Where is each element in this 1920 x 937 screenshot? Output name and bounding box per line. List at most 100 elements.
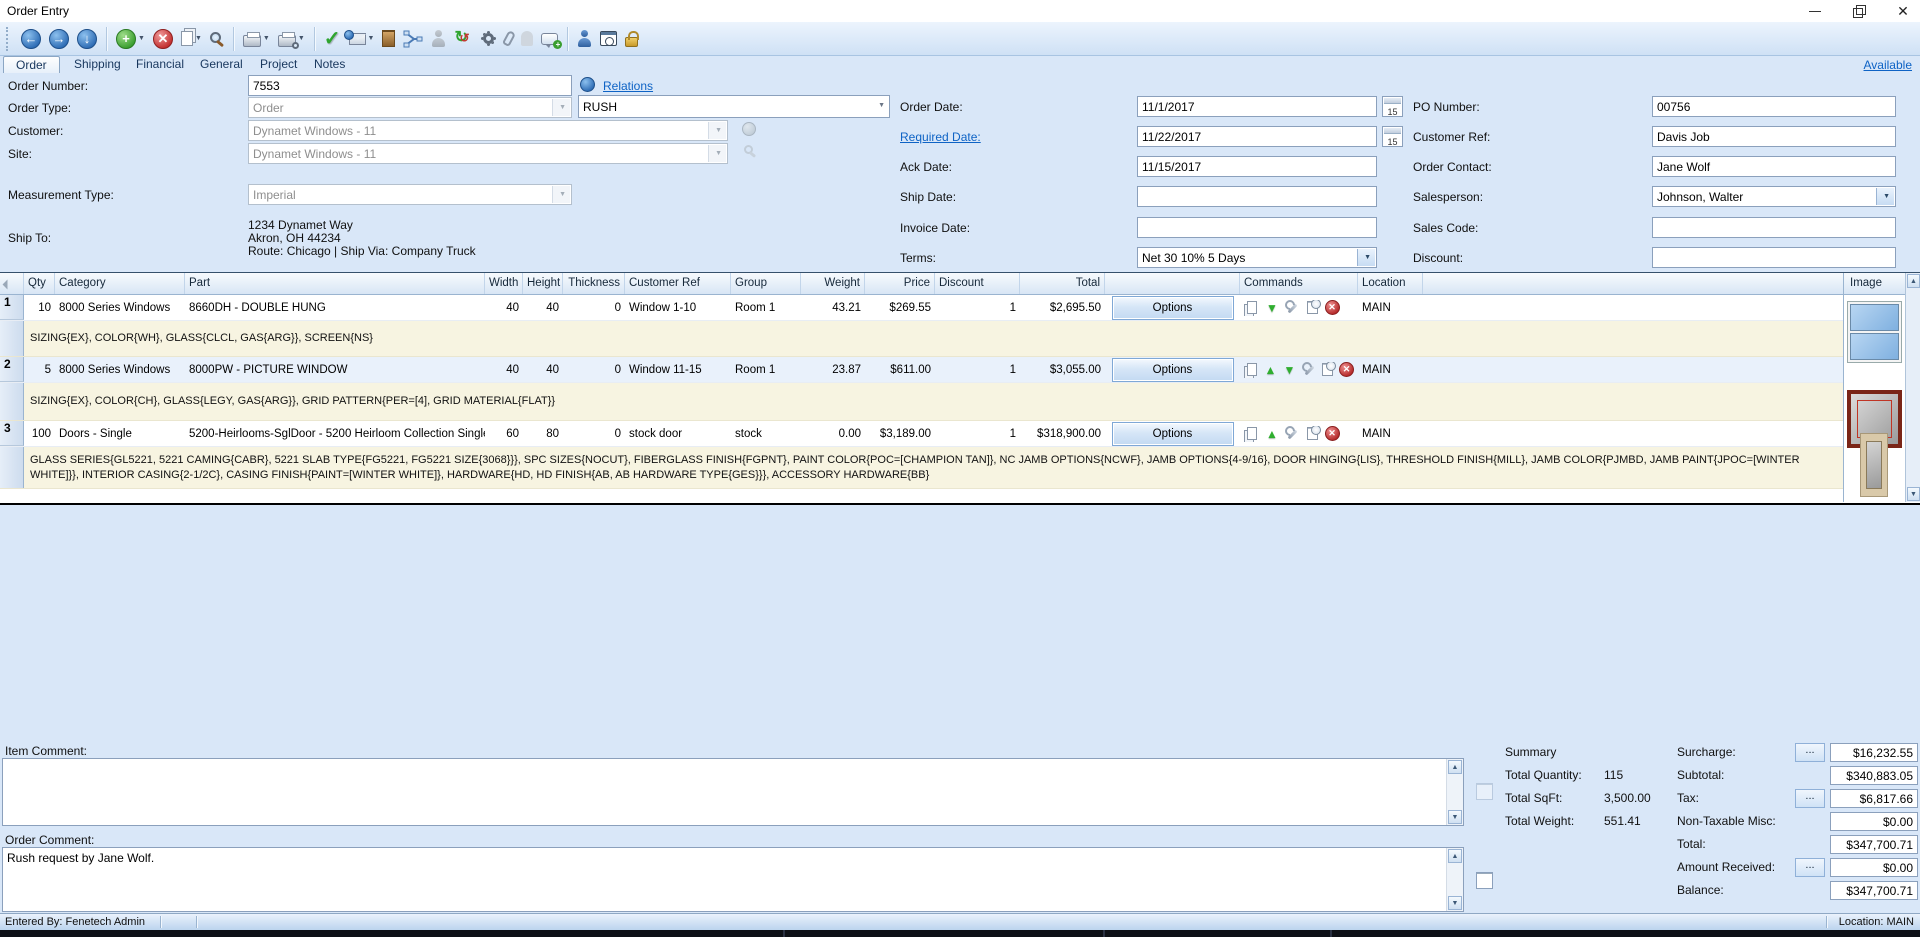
delete-row-button[interactable]: ✕	[1324, 426, 1340, 442]
required-date-input[interactable]: 11/22/2017	[1137, 126, 1377, 147]
scroll-up-icon[interactable]: ▲	[1907, 274, 1920, 288]
scroll-down-icon[interactable]: ▼	[1448, 896, 1462, 910]
col-header-part[interactable]: Part	[185, 273, 485, 294]
col-header-total[interactable]: Total	[1020, 273, 1105, 294]
edit-options-button[interactable]	[1301, 362, 1316, 378]
order-contact-input[interactable]: Jane Wolf	[1652, 156, 1896, 177]
move-down-button[interactable]: ▼	[1264, 300, 1280, 316]
required-date-calendar-button[interactable]: 15	[1382, 126, 1403, 147]
order-comment-textarea[interactable]: Rush request by Jane Wolf. ▲ ▼	[2, 847, 1464, 912]
scroll-up-icon[interactable]: ▲	[1448, 849, 1462, 863]
options-button[interactable]: Options	[1112, 422, 1234, 446]
col-header-commands[interactable]: Commands	[1240, 273, 1358, 294]
order-date-calendar-button[interactable]: 15	[1382, 96, 1403, 117]
surcharge-ellipsis-button[interactable]: ...	[1795, 743, 1825, 762]
close-icon[interactable]: ✕	[1896, 4, 1910, 18]
tab-order[interactable]: Order	[3, 56, 60, 73]
table-row[interactable]: 1 10 8000 Series Windows 8660DH - DOUBLE…	[0, 295, 1843, 321]
col-header-customer-ref[interactable]: Customer Ref	[625, 273, 731, 294]
table-row[interactable]: 3 100 Doors - Single 5200-Heirlooms-SglD…	[0, 421, 1843, 447]
col-header-category[interactable]: Category	[55, 273, 185, 294]
sync-button[interactable]: ↻↺	[450, 25, 476, 53]
col-header-thickness[interactable]: Thickness	[563, 273, 625, 294]
hierarchy-button[interactable]	[399, 25, 427, 53]
move-up-button[interactable]: ▲	[1263, 362, 1278, 378]
amount-received-ellipsis-button[interactable]: ...	[1795, 858, 1825, 877]
minimize-icon[interactable]	[1808, 4, 1822, 18]
send-email-button[interactable]: ▼	[345, 25, 379, 53]
options-text-row[interactable]: SIZING{EX}, COLOR{WH}, GLASS{CLCL, GAS{A…	[0, 321, 1843, 357]
back-button[interactable]: ←	[17, 25, 45, 53]
schedule-button[interactable]	[596, 25, 621, 53]
po-number-input[interactable]: 00756	[1652, 96, 1896, 117]
pricing-button[interactable]	[1320, 362, 1335, 378]
scroll-down-icon[interactable]: ▼	[1448, 810, 1462, 824]
col-header-image[interactable]: Image	[1844, 273, 1905, 295]
delete-row-button[interactable]: ✕	[1339, 362, 1354, 378]
priority-combo[interactable]: RUSH	[578, 95, 890, 118]
relations-link[interactable]: Relations	[603, 79, 653, 93]
row-number[interactable]: 1	[0, 295, 24, 320]
archive-button[interactable]	[378, 25, 399, 53]
customer-button[interactable]	[573, 25, 596, 53]
edit-options-button[interactable]	[1284, 426, 1300, 442]
site-combo[interactable]: Dynamet Windows - 11	[248, 143, 728, 164]
copy-row-button[interactable]	[1244, 426, 1260, 442]
discount-input[interactable]	[1652, 247, 1896, 268]
move-down-button[interactable]: ▼	[1282, 362, 1297, 378]
grid-select-all-corner[interactable]	[0, 273, 24, 294]
customer-ref-input[interactable]: Davis Job	[1652, 126, 1896, 147]
order-comment-templates-icon[interactable]	[1476, 872, 1493, 889]
terms-combo[interactable]: Net 30 10% 5 Days	[1137, 247, 1377, 268]
new-order-button[interactable]: +▼	[112, 25, 149, 53]
table-row[interactable]: 2 5 8000 Series Windows 8000PW - PICTURE…	[0, 357, 1843, 383]
lock-button[interactable]	[621, 25, 642, 53]
order-type-combo[interactable]: Order	[248, 97, 572, 118]
options-button[interactable]: Options	[1112, 358, 1234, 382]
tab-notes[interactable]: Notes	[302, 56, 357, 73]
col-header-discount[interactable]: Discount	[935, 273, 1020, 294]
col-header-qty[interactable]: Qty	[24, 273, 55, 294]
item-comment-textarea[interactable]: ▲ ▼	[2, 758, 1464, 826]
forward-button[interactable]: →	[45, 25, 73, 53]
row-number[interactable]: 2	[0, 357, 24, 382]
col-header-price[interactable]: Price	[865, 273, 935, 294]
scroll-down-icon[interactable]: ▼	[1907, 487, 1920, 501]
col-header-width[interactable]: Width	[485, 273, 523, 294]
print-preview-button[interactable]: ▼	[274, 25, 309, 53]
col-header-group[interactable]: Group	[731, 273, 801, 294]
col-header-options[interactable]	[1105, 273, 1240, 294]
tab-financial[interactable]: Financial	[124, 56, 196, 73]
invoice-date-input[interactable]	[1137, 217, 1377, 238]
available-link[interactable]: Available	[1864, 58, 1912, 72]
item-comment-scrollbar[interactable]: ▲ ▼	[1446, 759, 1463, 825]
order-date-input[interactable]: 11/1/2017	[1137, 96, 1377, 117]
customer-combo[interactable]: Dynamet Windows - 11	[248, 120, 728, 141]
pricing-button[interactable]	[1304, 300, 1320, 316]
search-button[interactable]	[206, 25, 228, 53]
copy-button[interactable]: ▼	[177, 25, 206, 53]
grid-vertical-scrollbar[interactable]: ▲ ▼	[1905, 273, 1920, 502]
cancel-button[interactable]: ✕	[149, 25, 177, 53]
ack-date-input[interactable]: 11/15/2017	[1137, 156, 1377, 177]
move-up-button[interactable]: ▲	[1264, 426, 1280, 442]
settings-button[interactable]	[476, 25, 501, 53]
add-comment-button[interactable]: +	[537, 25, 562, 53]
validate-button[interactable]: ✓	[320, 25, 345, 53]
delete-row-button[interactable]: ✕	[1324, 300, 1340, 316]
restore-icon[interactable]	[1852, 4, 1866, 18]
print-button[interactable]: ▼	[239, 25, 274, 53]
copy-row-button[interactable]	[1244, 300, 1260, 316]
measurement-type-combo[interactable]: Imperial	[248, 184, 572, 205]
salesperson-combo[interactable]: Johnson, Walter	[1652, 186, 1896, 207]
options-text-row[interactable]: SIZING{EX}, COLOR{CH}, GLASS{LEGY, GAS{A…	[0, 383, 1843, 421]
ship-date-input[interactable]	[1137, 186, 1377, 207]
pricing-button[interactable]	[1304, 426, 1320, 442]
copy-row-button[interactable]	[1244, 362, 1259, 378]
order-number-input[interactable]: 7553	[248, 75, 572, 96]
options-text-row[interactable]: GLASS SERIES{GL5221, 5221 CAMING{CABR}, …	[0, 447, 1843, 489]
col-header-weight[interactable]: Weight	[801, 273, 865, 294]
tab-project[interactable]: Project	[248, 56, 309, 73]
edit-options-button[interactable]	[1284, 300, 1300, 316]
options-button[interactable]: Options	[1112, 296, 1234, 320]
